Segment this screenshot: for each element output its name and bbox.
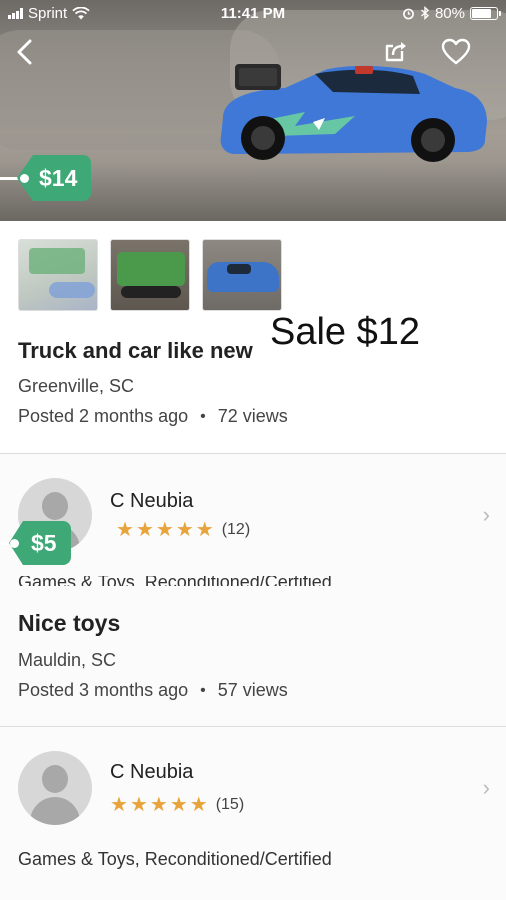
- seller-row[interactable]: C Neubia ★ ★ ★ ★ ★ (12) › Games & Toys, …: [0, 454, 506, 586]
- seller-name: C Neubia: [110, 490, 194, 512]
- seller-category: Games & Toys, Reconditioned/Certified: [18, 849, 332, 869]
- posted-time: Posted 3 months ago: [18, 680, 189, 700]
- battery-icon: [470, 6, 501, 20]
- thumbnail-2[interactable]: [110, 239, 190, 311]
- thumbnail-3[interactable]: [202, 239, 282, 311]
- seller-name: C Neubia: [110, 761, 194, 783]
- share-icon: [385, 42, 406, 62]
- chevron-right-icon: ›: [482, 502, 490, 527]
- toy-car-photo: [220, 64, 487, 162]
- carrier-label: Sprint: [28, 4, 68, 22]
- listing-meta: Posted 3 months ago • 57 views: [18, 680, 288, 701]
- favorite-button[interactable]: [440, 36, 472, 68]
- listing-meta: Posted 2 months ago • 72 views: [18, 406, 288, 427]
- star-icon: ★: [155, 519, 174, 541]
- sale-annotation: Sale $12: [270, 311, 421, 353]
- status-left: Sprint: [8, 5, 90, 22]
- price-tag: $14: [0, 155, 92, 201]
- status-bar: Sprint 11:41 PM 80%: [0, 0, 506, 26]
- price-label: $5: [31, 529, 57, 556]
- seller-row[interactable]: C Neubia ★ ★ ★ ★ ★ (15) › Games & Toys, …: [0, 727, 506, 900]
- rating-count: (12): [221, 521, 251, 538]
- wifi-icon: [72, 6, 90, 19]
- share-button[interactable]: [380, 36, 412, 68]
- thumbnail-1[interactable]: [18, 239, 98, 311]
- back-chevron-icon: [17, 39, 32, 65]
- rating-stars: ★ ★ ★ ★ ★ (15): [110, 795, 244, 815]
- star-icon: ★: [189, 794, 208, 816]
- listing-location: Greenville, SC: [18, 376, 135, 396]
- avatar: [18, 751, 92, 825]
- seller-category: Games & Toys, Reconditioned/Certified: [18, 576, 332, 586]
- meta-separator: •: [200, 407, 206, 425]
- bluetooth-icon: [421, 6, 430, 20]
- heart-icon: [441, 38, 471, 65]
- star-icon: ★: [149, 794, 168, 816]
- star-icon: ★: [135, 519, 154, 541]
- star-icon: ★: [110, 794, 128, 816]
- listing-location: Mauldin, SC: [18, 650, 117, 670]
- status-right: 80%: [402, 4, 501, 22]
- listing-title: Truck and car like new: [18, 338, 253, 363]
- rating-stars: ★ ★ ★ ★ ★ (12): [116, 520, 250, 540]
- star-icon: ★: [169, 794, 188, 816]
- view-count: 72 views: [217, 406, 288, 426]
- price-label: $14: [39, 164, 78, 191]
- star-icon: ★: [129, 794, 148, 816]
- back-button[interactable]: [8, 36, 40, 68]
- listing-title: Nice toys: [18, 610, 121, 636]
- star-icon: ★: [175, 519, 194, 541]
- listing-details: Sale $12 Truck and car like new Greenvil…: [0, 221, 506, 453]
- battery-percent: 80%: [434, 4, 465, 22]
- meta-separator: •: [200, 681, 206, 699]
- star-icon: ★: [195, 519, 214, 541]
- signal-icon: [8, 7, 23, 19]
- alarm-icon: [403, 8, 414, 19]
- view-count: 57 views: [217, 680, 288, 700]
- chevron-right-icon: ›: [482, 775, 490, 800]
- thumbnail-strip: [18, 239, 282, 311]
- rating-count: (15): [215, 796, 245, 813]
- star-icon: ★: [116, 519, 134, 541]
- price-tag: $5: [0, 521, 71, 565]
- posted-time: Posted 2 months ago: [18, 406, 189, 426]
- listing-details: Nice toys Mauldin, SC Posted 3 months ag…: [0, 586, 506, 726]
